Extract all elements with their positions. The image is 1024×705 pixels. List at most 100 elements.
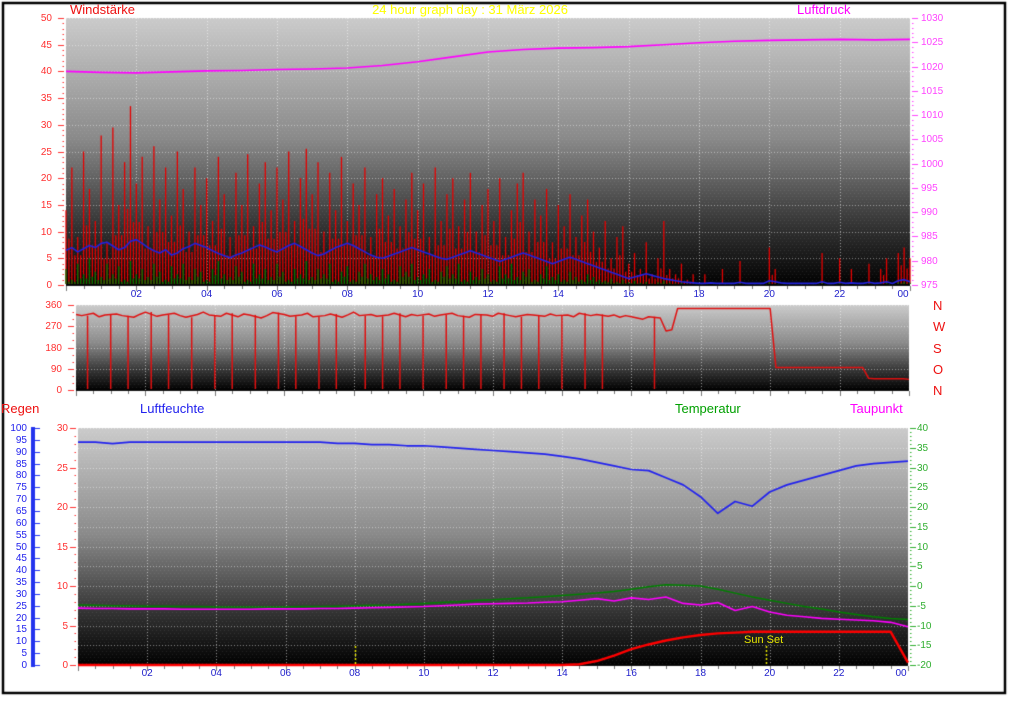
tick-label: 02 [141, 668, 153, 679]
tick-label: 00 [897, 289, 909, 300]
temperature-title: Temperatur [675, 401, 741, 416]
tick-label: 12 [482, 289, 494, 300]
tick-label: 0 [917, 581, 923, 592]
tick-label: 15 [15, 624, 27, 636]
tick-label: 45 [15, 553, 27, 565]
tick-label: 08 [349, 668, 361, 679]
tick-label: 1025 [921, 37, 944, 49]
humidity-title: Luftfeuchte [140, 401, 205, 416]
compass-letter: W [933, 319, 946, 335]
tick-label: 30 [56, 423, 68, 434]
tick-label: 40 [15, 565, 27, 577]
tick-label: 995 [921, 182, 938, 194]
tick-label: 40 [917, 423, 929, 434]
tick-label: 1020 [921, 61, 944, 73]
tick-label: 1005 [921, 134, 944, 146]
tick-label: 30 [917, 462, 929, 474]
tick-label: 65 [15, 505, 27, 517]
weather-graph-page: Windstärke 24 hour graph day : 31 März 2… [0, 0, 1024, 705]
tick-label: 20 [15, 612, 27, 624]
weather-graph-canvas [0, 0, 1024, 705]
tick-label: 5 [917, 561, 923, 573]
tick-label: 10 [56, 581, 68, 592]
rain-title: Regen [1, 401, 40, 416]
tick-label: 100 [10, 423, 27, 434]
tick-label: 975 [921, 280, 938, 291]
tick-label: 5 [21, 648, 27, 660]
tick-label: 14 [556, 668, 568, 679]
tick-label: 270 [45, 321, 62, 333]
tick-label: 04 [210, 668, 222, 679]
tick-label: 14 [552, 289, 564, 300]
tick-label: 5 [62, 620, 68, 632]
tick-label: 25 [56, 462, 68, 474]
tick-label: -20 [917, 660, 932, 671]
tick-label: 20 [56, 502, 68, 513]
tick-label: 90 [15, 446, 27, 458]
tick-label: 18 [693, 289, 705, 300]
tick-label: 60 [15, 517, 27, 529]
tick-label: 1010 [921, 110, 944, 122]
tick-label: 20 [764, 668, 776, 679]
tick-label: -15 [917, 640, 932, 652]
tick-label: 15 [40, 199, 52, 211]
tick-label: 10 [418, 668, 430, 679]
tick-label: 55 [15, 529, 27, 541]
tick-label: 35 [917, 442, 929, 454]
tick-label: 1030 [921, 13, 944, 24]
tick-label: 0 [46, 280, 52, 291]
tick-label: 30 [15, 588, 27, 600]
tick-label: 04 [201, 289, 213, 300]
tick-label: 80 [15, 470, 27, 482]
tick-label: 22 [833, 668, 845, 679]
tick-label: 990 [921, 207, 938, 219]
tick-label: -10 [917, 620, 932, 632]
tick-label: 50 [40, 13, 52, 24]
tick-label: 35 [40, 93, 52, 105]
tick-label: 16 [625, 668, 637, 679]
tick-label: 00 [895, 668, 907, 679]
tick-label: 90 [50, 363, 62, 375]
compass-letter: S [933, 340, 942, 356]
tick-label: 0 [62, 660, 68, 671]
tick-label: 5 [46, 253, 52, 265]
tick-label: 0 [56, 385, 62, 396]
tick-label: 25 [15, 600, 27, 612]
tick-label: 360 [45, 300, 62, 311]
tick-label: 10 [40, 226, 52, 238]
tick-label: 75 [15, 482, 27, 494]
tick-label: 0 [21, 660, 27, 671]
tick-label: 20 [917, 502, 929, 513]
page-title: 24 hour graph day : 31 März 2026 [372, 2, 568, 17]
tick-label: 06 [271, 289, 283, 300]
tick-label: 50 [15, 541, 27, 553]
tick-label: 08 [341, 289, 353, 300]
tick-label: 15 [917, 521, 929, 533]
tick-label: 10 [412, 289, 424, 300]
pressure-title: Luftdruck [797, 2, 851, 17]
tick-label: -5 [917, 600, 926, 612]
tick-label: 20 [763, 289, 775, 300]
tick-label: 45 [40, 39, 52, 51]
tick-label: 40 [40, 66, 52, 78]
tick-label: 70 [15, 494, 27, 506]
dewpoint-title: Taupunkt [850, 401, 903, 416]
tick-label: 35 [15, 577, 27, 589]
tick-label: 30 [40, 119, 52, 131]
tick-label: 980 [921, 255, 938, 267]
tick-label: 22 [834, 289, 846, 300]
tick-label: 25 [40, 146, 52, 158]
compass-letter: O [933, 361, 944, 377]
tick-label: 06 [279, 668, 292, 679]
tick-label: 85 [15, 458, 27, 470]
tick-label: 1000 [921, 158, 944, 170]
compass-letter: N [933, 298, 943, 313]
compass-letter: N [933, 383, 943, 398]
tick-label: 16 [623, 289, 635, 300]
tick-label: 95 [15, 434, 27, 446]
tick-label: 20 [40, 173, 52, 185]
tick-label: 12 [487, 668, 499, 679]
tick-label: 985 [921, 231, 938, 243]
tick-label: 10 [917, 541, 929, 553]
tick-label: 18 [694, 668, 707, 679]
